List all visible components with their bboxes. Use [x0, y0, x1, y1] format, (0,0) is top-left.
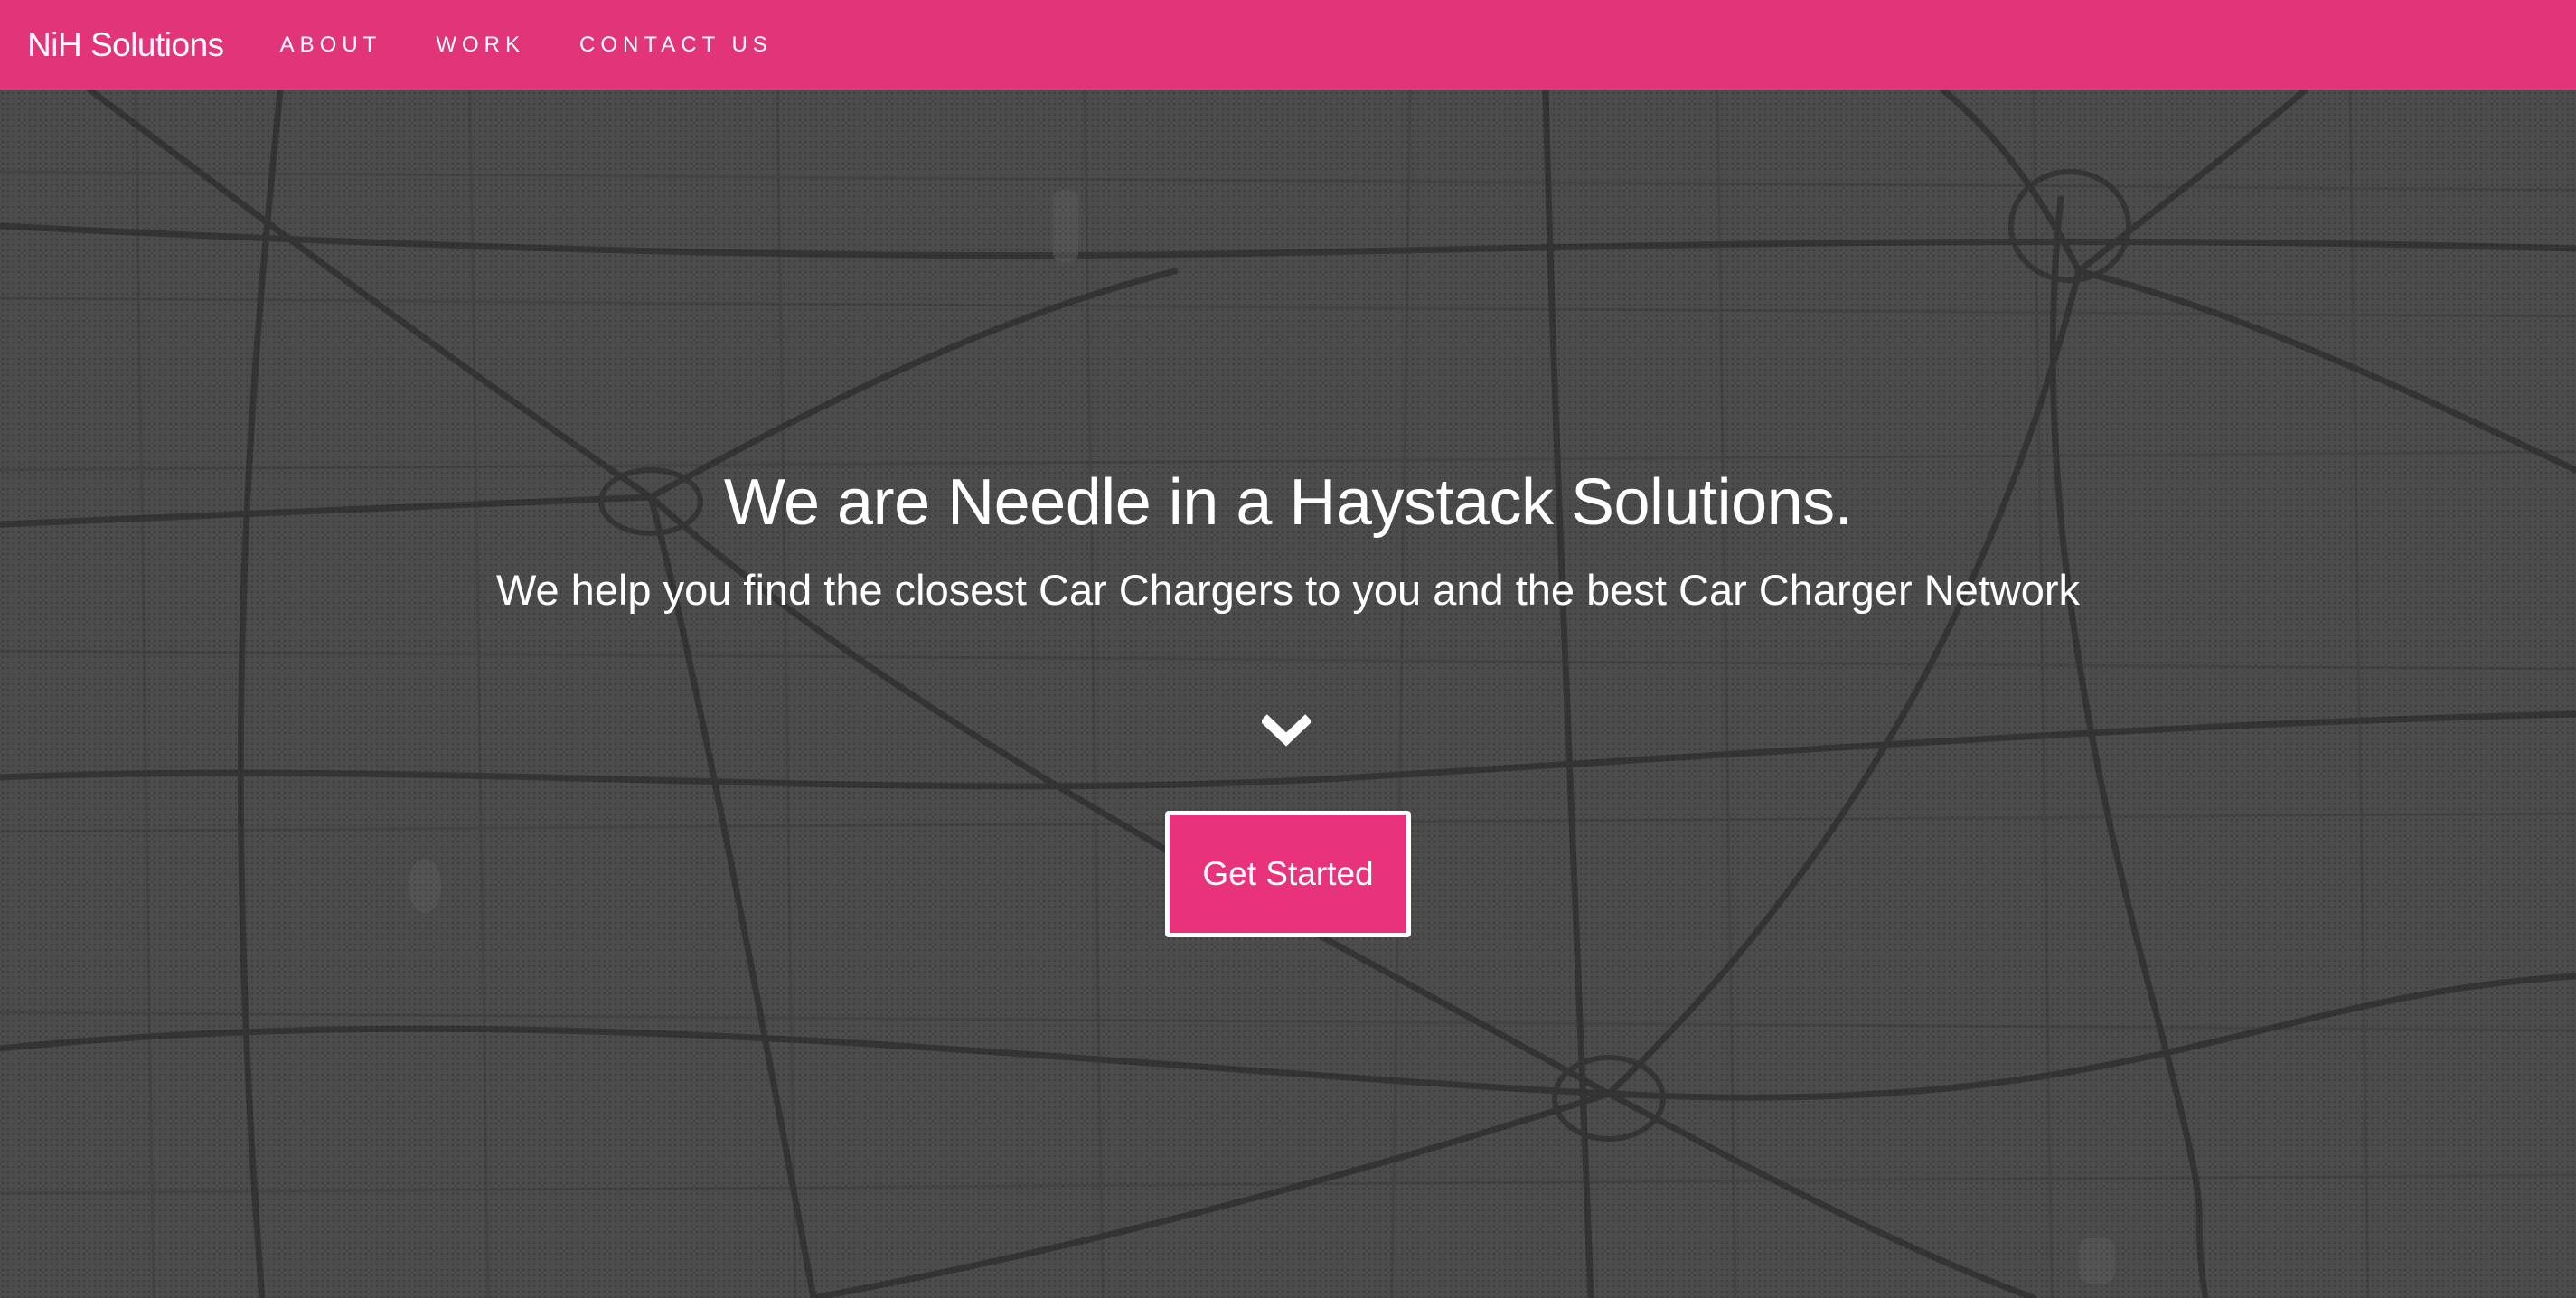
top-navbar: NiH Solutions ABOUT WORK CONTACT US: [0, 0, 2576, 90]
hero-subheadline: We help you find the closest Car Charger…: [495, 566, 2081, 614]
hero-headline: We are Needle in a Haystack Solutions.: [723, 466, 1853, 539]
nav-links: ABOUT WORK CONTACT US: [253, 33, 800, 58]
chevron-down-icon[interactable]: [1262, 714, 1311, 750]
nav-link-work[interactable]: WORK: [436, 33, 525, 58]
hero-text: We are Needle in a Haystack Solutions. W…: [0, 466, 2576, 615]
nav-link-about[interactable]: ABOUT: [280, 33, 382, 58]
nav-link-contact-us[interactable]: CONTACT US: [579, 33, 773, 58]
hero-section: We are Needle in a Haystack Solutions. W…: [0, 90, 2576, 1298]
get-started-button[interactable]: Get Started: [1165, 811, 1411, 937]
road-map-background: [0, 90, 2576, 1298]
brand-logo[interactable]: NiH Solutions: [27, 26, 224, 64]
